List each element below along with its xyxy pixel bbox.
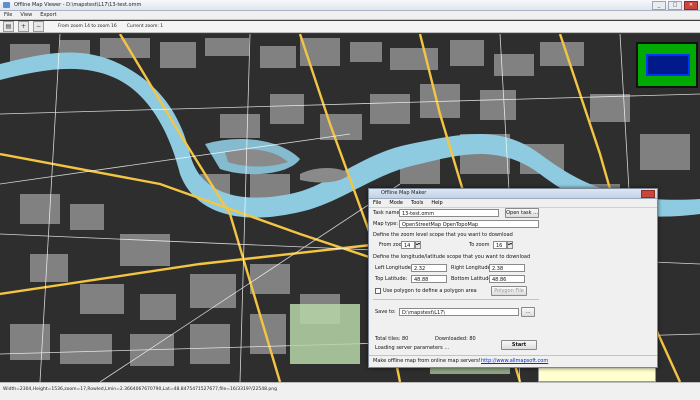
menu-bar: File View Export xyxy=(0,11,700,20)
map-type-select[interactable]: OpenStreetMap OpenTopoMap xyxy=(399,220,539,228)
footer-divider xyxy=(369,355,657,356)
dialog-menu-bar: File Mode Tools Help xyxy=(369,199,657,208)
task-name-input[interactable]: 13-test.omm xyxy=(399,209,499,217)
zoom-in-icon[interactable]: + xyxy=(18,21,29,32)
polygon-label: Use polygon to define a polygon area xyxy=(383,288,477,294)
website-link[interactable]: http://www.allmapsoft.com xyxy=(481,358,548,364)
to-zoom-spinner[interactable]: ▴▾ xyxy=(507,241,513,249)
close-button[interactable]: ✕ xyxy=(684,1,698,10)
to-zoom-input[interactable]: 16 xyxy=(493,241,507,249)
maximize-button[interactable]: □ xyxy=(668,1,682,10)
status-bar: Width=2304,Height=1536,zoom=17,Rowled,Lm… xyxy=(0,382,700,400)
browse-button[interactable]: ... xyxy=(521,307,535,317)
footer-text: Make offline map from online map servers… xyxy=(373,358,481,364)
title-bar: Offline Map Viewer - D:\mapstest\L17\13-… xyxy=(0,0,700,11)
top-latitude-label: Top Latitude: xyxy=(375,276,408,282)
polygon-file-button[interactable]: Polygon File xyxy=(491,286,527,296)
top-latitude-input[interactable]: 48.88 xyxy=(411,275,447,283)
app-icon xyxy=(3,2,10,8)
right-longitude-input[interactable]: 2.38 xyxy=(489,264,525,272)
menu-view[interactable]: View xyxy=(20,12,32,18)
dialog-title-bar: Offline Map Maker xyxy=(369,189,657,199)
from-zoom-spinner[interactable]: ▴▾ xyxy=(415,241,421,249)
zoom-out-icon[interactable]: − xyxy=(33,21,44,32)
zoom-range-text: From zoom 14 to zoom 16 xyxy=(58,24,117,29)
left-longitude-label: Left Longitude: xyxy=(375,265,413,271)
dialog-menu-mode[interactable]: Mode xyxy=(389,199,403,207)
menu-export[interactable]: Export xyxy=(40,12,56,18)
polygon-checkbox[interactable] xyxy=(375,288,381,294)
bottom-latitude-label: Bottom Latitude: xyxy=(451,276,494,282)
dialog-title: Offline Map Maker xyxy=(381,190,427,196)
loading-text: Loading server parameters ... xyxy=(375,345,450,351)
save-to-input[interactable]: D:\mapstest\L17\ xyxy=(399,308,519,316)
current-zoom-text: Current zoom: 1 xyxy=(126,24,164,29)
divider xyxy=(373,299,539,300)
to-zoom-label: To zoom xyxy=(469,242,490,248)
overview-map[interactable] xyxy=(636,42,698,88)
total-tiles-text: Total tiles: 80 xyxy=(375,336,409,342)
dialog-menu-help[interactable]: Help xyxy=(431,199,442,207)
minimize-button[interactable]: _ xyxy=(652,1,666,10)
bounds-scope-label: Define the longitude/latitude scope that… xyxy=(373,254,531,260)
open-icon[interactable]: ▤ xyxy=(3,21,14,32)
right-longitude-label: Right Longitude: xyxy=(451,265,493,271)
window-title: Offline Map Viewer - D:\mapstest\L17\13-… xyxy=(14,2,142,8)
overview-viewport[interactable] xyxy=(646,54,690,76)
toolbar: ▤ + − From zoom 14 to zoom 16 Current zo… xyxy=(0,21,700,33)
open-task-button[interactable]: Open task ... xyxy=(505,208,539,218)
dialog-menu-tools[interactable]: Tools xyxy=(411,199,423,207)
app-window: Offline Map Viewer - D:\mapstest\L17\13-… xyxy=(0,0,700,400)
zoom-scope-label: Define the zoom level scope that you wan… xyxy=(373,232,513,238)
left-longitude-input[interactable]: 2.32 xyxy=(411,264,447,272)
save-to-label: Save to: xyxy=(375,309,396,315)
downloaded-text: Downloaded: 80 xyxy=(435,336,476,342)
offline-map-maker-dialog: Offline Map Maker File Mode Tools Help T… xyxy=(368,188,658,368)
dialog-close-button[interactable] xyxy=(641,190,655,198)
dialog-menu-file[interactable]: File xyxy=(373,199,381,207)
task-name-label: Task name: xyxy=(373,210,402,216)
status-text: Width=2304,Height=1536,zoom=17,Rowled,Lm… xyxy=(3,387,277,392)
bottom-latitude-input[interactable]: 48.86 xyxy=(489,275,525,283)
from-zoom-input[interactable]: 14 xyxy=(401,241,415,249)
start-button[interactable]: Start xyxy=(501,340,537,350)
map-type-label: Map type: xyxy=(373,221,398,227)
menu-file[interactable]: File xyxy=(4,12,12,18)
